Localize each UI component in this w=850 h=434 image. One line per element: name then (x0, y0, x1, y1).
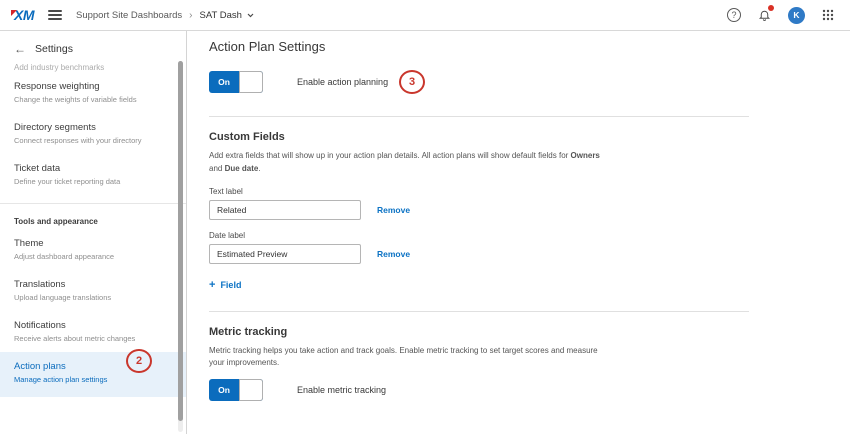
sidebar-header: ← Settings (0, 31, 186, 64)
date-label-caption: Date label (209, 231, 850, 240)
toggle-knob (239, 71, 263, 93)
back-arrow-icon[interactable]: ← (14, 43, 26, 55)
breadcrumb-separator-icon: › (189, 10, 192, 21)
sidebar-group-header: Tools and appearance (0, 204, 186, 229)
action-planning-toggle-label: Enable action planning (297, 77, 388, 87)
sidebar-item-ticket-data[interactable]: Ticket data Define your ticket reporting… (0, 154, 186, 195)
enable-action-planning-toggle[interactable]: On (209, 71, 263, 93)
sidebar-item-notifications[interactable]: Notifications Receive alerts about metri… (0, 311, 186, 352)
sidebar-item-subtitle: Receive alerts about metric changes (14, 334, 172, 343)
section-divider (209, 116, 749, 117)
text-label-input[interactable] (209, 200, 361, 220)
app-grid-icon[interactable] (822, 9, 834, 21)
breadcrumb-parent[interactable]: Support Site Dashboards (76, 10, 182, 21)
metric-tracking-section: Metric tracking Metric tracking helps yo… (209, 326, 850, 402)
page-body: ← Settings Add industry benchmarks Respo… (0, 31, 850, 434)
sidebar-item-translations[interactable]: Translations Upload language translation… (0, 270, 186, 311)
sidebar-item-subtitle: Manage action plan settings (14, 375, 172, 384)
breadcrumb-current[interactable]: SAT Dash (200, 10, 254, 21)
notifications-bell-icon[interactable] (758, 8, 771, 22)
description-text: . (258, 164, 260, 173)
remove-date-field-link[interactable]: Remove (377, 249, 410, 259)
page-title: Action Plan Settings (209, 39, 850, 54)
sidebar-item-title: Response weighting (14, 81, 172, 92)
due-date-bold-text: Due date (225, 164, 259, 173)
sidebar-item-theme[interactable]: Theme Adjust dashboard appearance (0, 229, 186, 270)
sidebar-item-action-plans[interactable]: Action plans Manage action plan settings… (0, 352, 186, 397)
text-label-caption: Text label (209, 187, 850, 196)
custom-fields-heading: Custom Fields (209, 131, 850, 143)
custom-fields-description: Add extra fields that will show up in yo… (209, 150, 754, 176)
owners-bold-text: Owners (571, 151, 600, 160)
date-field-row: Remove (209, 244, 850, 264)
annotation-step-2: 2 (126, 349, 152, 373)
toggle-knob (239, 379, 263, 401)
help-icon[interactable]: ? (727, 8, 741, 22)
user-avatar[interactable]: K (788, 7, 805, 24)
sidebar-scrollbar-thumb[interactable] (178, 61, 183, 421)
sidebar-item-directory-segments[interactable]: Directory segments Connect responses wit… (0, 113, 186, 154)
chevron-down-icon (247, 13, 254, 18)
sidebar-item-title: Notifications (14, 320, 172, 331)
breadcrumb-current-label: SAT Dash (200, 10, 242, 21)
breadcrumb: Support Site Dashboards › SAT Dash (76, 10, 254, 21)
sidebar-scroll-area: Add industry benchmarks Response weighti… (0, 64, 186, 431)
settings-sidebar: ← Settings Add industry benchmarks Respo… (0, 31, 187, 434)
plus-icon: + (209, 280, 215, 291)
sidebar-item-add-industry-benchmarks[interactable]: Add industry benchmarks (0, 64, 186, 72)
sidebar-item-subtitle: Upload language translations (14, 293, 172, 302)
sidebar-title: Settings (35, 43, 73, 55)
annotation-step-3: 3 (399, 70, 425, 94)
metric-tracking-description: Metric tracking helps you take action an… (209, 345, 754, 371)
sidebar-scrollbar-track[interactable] (178, 61, 183, 432)
sidebar-item-title: Ticket data (14, 163, 172, 174)
metric-tracking-heading: Metric tracking (209, 326, 850, 338)
metric-tracking-toggle-label: Enable metric tracking (297, 385, 386, 395)
main-content: Action Plan Settings On Enable action pl… (187, 31, 850, 434)
description-text: Add extra fields that will show up in yo… (209, 151, 571, 160)
remove-text-field-link[interactable]: Remove (377, 205, 410, 215)
sidebar-item-title: Translations (14, 279, 172, 290)
custom-fields-section: Custom Fields Add extra fields that will… (209, 131, 850, 291)
sidebar-item-subtitle: Define your ticket reporting data (14, 177, 172, 186)
metric-tracking-toggle-row: On Enable metric tracking (209, 379, 850, 401)
add-field-label: Field (220, 280, 241, 290)
sidebar-item-subtitle: Connect responses with your directory (14, 136, 172, 145)
section-divider (209, 311, 749, 312)
hamburger-menu-icon[interactable] (48, 10, 62, 20)
add-field-button[interactable]: + Field (209, 280, 241, 291)
sidebar-item-title: Theme (14, 238, 172, 249)
toggle-state-label: On (209, 77, 239, 87)
notification-badge (768, 5, 774, 11)
topbar: XM Support Site Dashboards › SAT Dash ? … (0, 0, 850, 31)
logo-text: XM (14, 7, 34, 23)
sidebar-item-title: Directory segments (14, 122, 172, 133)
sidebar-item-response-weighting[interactable]: Response weighting Change the weights of… (0, 72, 186, 113)
text-field-row: Remove (209, 200, 850, 220)
action-planning-toggle-row: On Enable action planning 3 (209, 70, 850, 94)
xm-logo[interactable]: XM (10, 7, 34, 23)
enable-metric-tracking-toggle[interactable]: On (209, 379, 263, 401)
description-text: Metric tracking helps you take action an… (209, 346, 598, 355)
description-text: and (209, 164, 225, 173)
toggle-state-label: On (209, 385, 239, 395)
sidebar-item-subtitle: Change the weights of variable fields (14, 95, 172, 104)
description-text: your improvements. (209, 358, 279, 367)
date-label-input[interactable] (209, 244, 361, 264)
sidebar-item-subtitle: Adjust dashboard appearance (14, 252, 172, 261)
topbar-actions: ? K (727, 7, 834, 24)
